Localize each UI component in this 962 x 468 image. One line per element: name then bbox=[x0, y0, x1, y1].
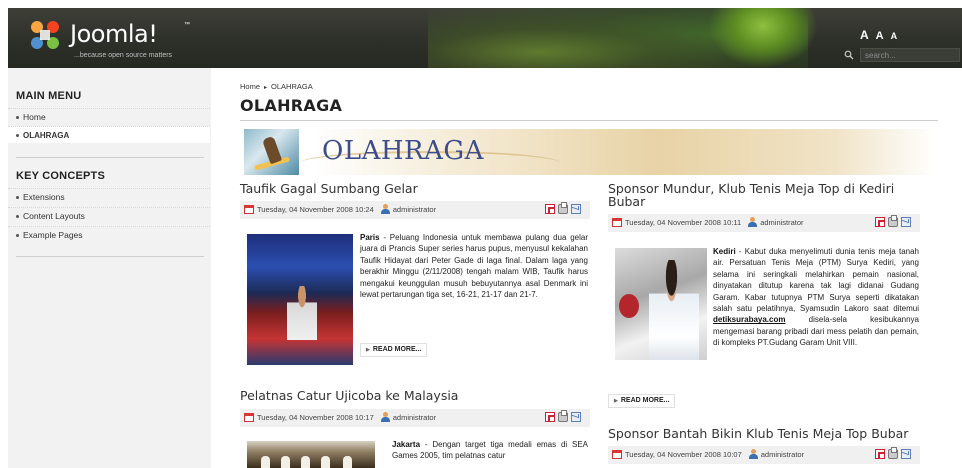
article-date: Tuesday, 04 November 2008 10:17 bbox=[257, 413, 374, 422]
banner-title: OLAHRAGA bbox=[322, 136, 484, 166]
breadcrumb: Home ▸ OLAHRAGA bbox=[240, 82, 313, 91]
sidebar-item-olahraga[interactable]: OLAHRAGA bbox=[8, 126, 210, 143]
source-link[interactable]: detiksurabaya.com bbox=[713, 315, 785, 324]
article-author: administrator bbox=[760, 450, 805, 459]
surfer-image bbox=[244, 129, 299, 175]
print-icon[interactable] bbox=[558, 202, 568, 214]
article-body: - Kabut duka menyelimuti dunia tenis mej… bbox=[713, 247, 919, 314]
article-date: Tuesday, 04 November 2008 10:24 bbox=[257, 205, 374, 214]
search-icon bbox=[844, 50, 854, 60]
key-concepts-title: KEY CONCEPTS bbox=[16, 170, 105, 182]
user-icon bbox=[747, 217, 758, 227]
user-icon bbox=[380, 204, 390, 214]
logo-tagline: ...because open source matters bbox=[74, 52, 173, 59]
email-icon[interactable] bbox=[571, 204, 581, 214]
sidebar-item-extensions[interactable]: Extensions bbox=[8, 188, 210, 205]
article-intro: Paris - Peluang Indonesia untuk membawa … bbox=[360, 232, 588, 300]
breadcrumb-separator-icon: ▸ bbox=[264, 85, 268, 91]
email-icon[interactable] bbox=[571, 412, 581, 422]
sidebar-item-label: Content Layouts bbox=[23, 211, 85, 221]
site-header: Joomla! ™ ...because open source matters… bbox=[8, 8, 962, 68]
calendar-icon bbox=[244, 413, 254, 422]
breadcrumb-current: OLAHRAGA bbox=[271, 82, 313, 91]
article-actions bbox=[545, 202, 581, 214]
print-icon[interactable] bbox=[888, 215, 898, 227]
bullet-icon bbox=[16, 234, 19, 238]
article-title-link[interactable]: Taufik Gagal Sumbang Gelar bbox=[240, 182, 590, 195]
article-meta-bar: Tuesday, 04 November 2008 10:17 administr… bbox=[240, 409, 590, 427]
calendar-icon bbox=[612, 450, 622, 459]
breadcrumb-home-link[interactable]: Home bbox=[240, 82, 260, 91]
font-size-small-button[interactable]: A bbox=[891, 31, 898, 41]
bullet-icon bbox=[16, 116, 19, 120]
article-lead: Jakarta bbox=[392, 440, 421, 449]
bullet-icon bbox=[16, 196, 19, 200]
category-banner: OLAHRAGA bbox=[244, 129, 936, 175]
read-more-label: READ MORE... bbox=[620, 397, 670, 404]
article-image-chess bbox=[247, 441, 375, 468]
page-title: OLAHRAGA bbox=[240, 96, 343, 115]
pdf-icon[interactable] bbox=[875, 449, 885, 459]
calendar-icon bbox=[244, 205, 254, 214]
article-title-link[interactable]: Sponsor Bantah Bikin Klub Tenis Meja Top… bbox=[608, 427, 938, 440]
sidebar-item-example-pages[interactable]: Example Pages bbox=[8, 226, 210, 243]
logo-text[interactable]: Joomla! bbox=[70, 20, 158, 48]
article-meta-bar: Tuesday, 04 November 2008 10:11 administr… bbox=[608, 214, 920, 232]
article-lead: Kediri bbox=[713, 247, 736, 256]
sidebar-item-label: Extensions bbox=[23, 192, 65, 202]
font-size-medium-button[interactable]: A bbox=[876, 30, 884, 42]
pdf-icon[interactable] bbox=[545, 204, 555, 214]
print-icon[interactable] bbox=[888, 447, 898, 459]
bullet-icon bbox=[16, 215, 19, 219]
sidebar-item-home[interactable]: Home bbox=[8, 108, 210, 125]
logo-trademark: ™ bbox=[184, 22, 190, 28]
sidebar-divider bbox=[16, 157, 204, 158]
article-body: - Peluang Indonesia untuk membawa pulang… bbox=[360, 233, 588, 300]
article-author: administrator bbox=[760, 218, 804, 227]
pdf-icon[interactable] bbox=[545, 412, 555, 422]
article-actions bbox=[875, 215, 911, 227]
joomla-logo-icon[interactable] bbox=[28, 18, 62, 52]
arrow-right-icon: ▶ bbox=[614, 398, 618, 404]
user-icon bbox=[380, 412, 390, 422]
font-size-switcher: AAA bbox=[860, 28, 904, 42]
bullet-icon bbox=[16, 134, 19, 138]
sidebar-item-content-layouts[interactable]: Content Layouts bbox=[8, 207, 210, 224]
article-date: Tuesday, 04 November 2008 10:11 bbox=[625, 218, 742, 227]
arrow-right-icon: ▶ bbox=[366, 347, 370, 353]
print-icon[interactable] bbox=[558, 410, 568, 422]
email-icon[interactable] bbox=[901, 449, 911, 459]
frog-illustration bbox=[708, 8, 818, 68]
sidebar-item-label: Home bbox=[23, 112, 46, 122]
article-meta-bar: Tuesday, 04 November 2008 10:07 administr… bbox=[608, 446, 920, 464]
article-body: - Dengan target tiga medali emas di SEA … bbox=[392, 440, 588, 461]
read-more-label: READ MORE... bbox=[372, 346, 422, 353]
article-meta-bar: Tuesday, 04 November 2008 10:24 administr… bbox=[240, 201, 590, 219]
article-image-table-tennis bbox=[615, 248, 707, 360]
email-icon[interactable] bbox=[901, 217, 911, 227]
sidebar-item-label: Example Pages bbox=[23, 230, 83, 240]
article-title-link[interactable]: Pelatnas Catur Ujicoba ke Malaysia bbox=[240, 389, 590, 402]
sidebar-divider bbox=[16, 256, 204, 257]
article-image-badminton bbox=[247, 234, 353, 365]
read-more-button[interactable]: ▶ READ MORE... bbox=[360, 343, 428, 357]
article-title-link[interactable]: Sponsor Mundur, Klub Tenis Meja Top di K… bbox=[608, 182, 918, 208]
article-intro: Kediri - Kabut duka menyelimuti dunia te… bbox=[713, 246, 919, 349]
read-more-button[interactable]: ▶ READ MORE... bbox=[608, 394, 676, 408]
pdf-icon[interactable] bbox=[875, 217, 885, 227]
article-author: administrator bbox=[392, 205, 437, 214]
title-divider bbox=[240, 120, 938, 121]
font-size-large-button[interactable]: A bbox=[860, 28, 869, 42]
main-menu-title: MAIN MENU bbox=[16, 90, 82, 102]
user-icon bbox=[748, 449, 758, 459]
article-actions bbox=[875, 447, 911, 459]
calendar-icon bbox=[612, 218, 622, 227]
sidebar-item-label: OLAHRAGA bbox=[23, 131, 70, 140]
article-date: Tuesday, 04 November 2008 10:07 bbox=[625, 450, 742, 459]
article-lead: Paris bbox=[360, 233, 380, 242]
article-author: administrator bbox=[392, 413, 437, 422]
article-actions bbox=[545, 410, 581, 422]
search-input[interactable] bbox=[860, 48, 960, 62]
article-intro: Jakarta - Dengan target tiga medali emas… bbox=[392, 439, 588, 468]
